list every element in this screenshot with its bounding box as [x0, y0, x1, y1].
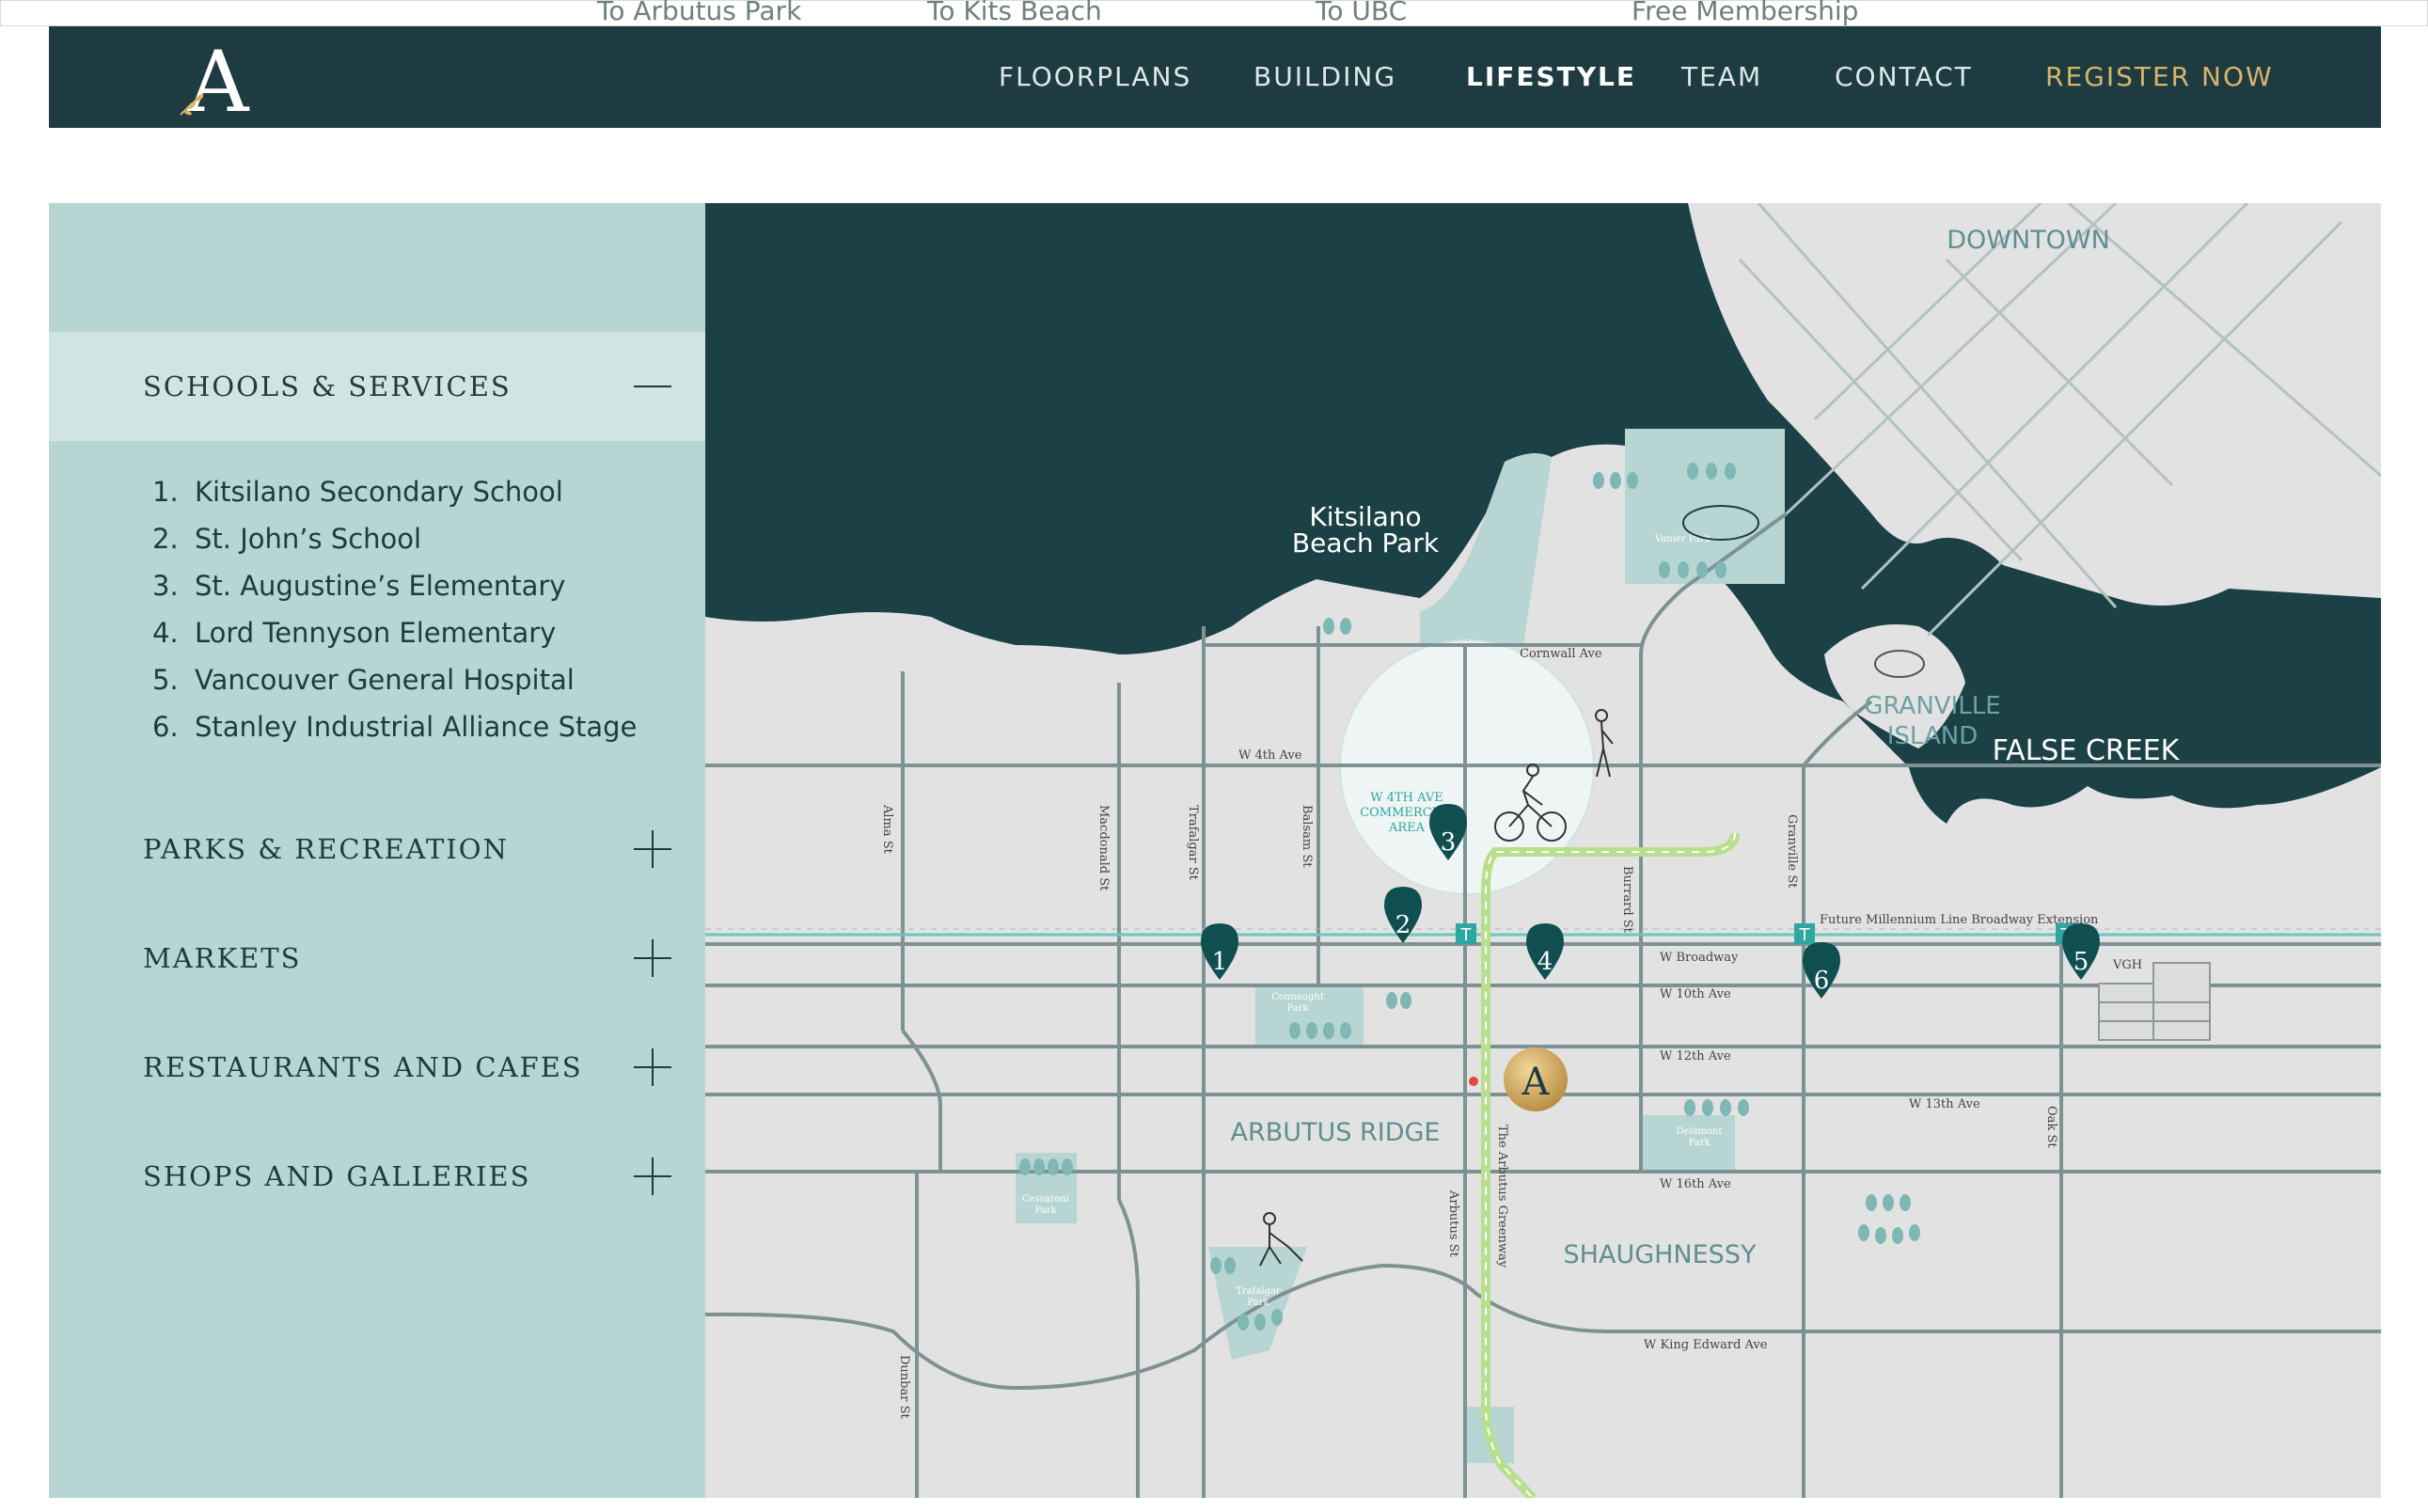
section-title: MARKETS: [143, 942, 302, 974]
svg-text:Delamont: Delamont: [1676, 1126, 1722, 1137]
svg-text:3: 3: [1441, 828, 1457, 857]
location-dot: [1469, 1077, 1478, 1086]
svg-text:W 12th Ave: W 12th Ave: [1660, 1049, 1731, 1063]
transit-stop-icon: T: [1456, 923, 1476, 945]
section-title: PARKS & RECREATION: [143, 833, 509, 865]
nav-team[interactable]: TEAM: [1681, 26, 1762, 128]
school-pin-1[interactable]: 1: [1201, 923, 1238, 980]
poi-item[interactable]: 6. Stanley Industrial Alliance Stage: [152, 703, 679, 750]
park-vanier: [1625, 429, 1785, 584]
category-sidebar: SCHOOLS & SERVICES 1. Kitsilano Secondary…: [49, 203, 705, 1498]
poi-item[interactable]: 5. Vancouver General Hospital: [152, 656, 679, 703]
label-granville-2: ISLAND: [1887, 722, 1979, 750]
poi-item[interactable]: 4. Lord Tennyson Elementary: [152, 609, 679, 656]
svg-text:1: 1: [1212, 948, 1228, 976]
school-pin-6[interactable]: 6: [1803, 942, 1840, 999]
svg-text:W Broadway: W Broadway: [1660, 951, 1739, 965]
poi-list: 1. Kitsilano Secondary School 2. St. John’…: [152, 468, 679, 750]
logo-letter: A: [187, 38, 250, 124]
section-title: SCHOOLS & SERVICES: [143, 370, 512, 402]
svg-text:Granville St: Granville St: [1785, 814, 1799, 889]
market-basket-icon: [1874, 650, 1925, 678]
svg-text:W 10th Ave: W 10th Ave: [1660, 987, 1731, 1001]
nav-contact[interactable]: CONTACT: [1835, 26, 1973, 128]
svg-text:Dunbar St: Dunbar St: [897, 1355, 911, 1419]
svg-text:Trafalgar: Trafalgar: [1236, 1286, 1281, 1297]
section-parks-recreation[interactable]: PARKS & RECREATION: [49, 795, 705, 904]
link-free-membership[interactable]: Free Membership: [1632, 0, 1858, 26]
building-location-marker[interactable]: A: [1504, 1047, 1568, 1111]
brand-logo[interactable]: A: [171, 38, 265, 124]
section-title: SHOPS AND GALLERIES: [143, 1160, 531, 1192]
svg-text:Burrard St: Burrard St: [1620, 866, 1634, 934]
svg-text:Trafalgar St: Trafalgar St: [1186, 805, 1200, 881]
svg-text:Macdonald St: Macdonald St: [1096, 805, 1111, 891]
label-commercial-1: W 4TH AVE: [1370, 791, 1443, 805]
link-kits-beach[interactable]: To Kits Beach: [927, 0, 1102, 26]
svg-text:Cessaroni: Cessaroni: [1022, 1194, 1069, 1205]
svg-text:Arbutus St: Arbutus St: [1446, 1189, 1460, 1258]
nav-lifestyle[interactable]: LIFESTYLE: [1466, 26, 1636, 128]
svg-text:Alma St: Alma St: [880, 804, 894, 855]
svg-text:A: A: [1521, 1061, 1551, 1104]
label-commercial-3: AREA: [1388, 821, 1426, 835]
nav-floorplans[interactable]: FLOORPLANS: [999, 26, 1191, 128]
top-link-bar: To Arbutus Park To Kits Beach To UBC Fre…: [0, 0, 2428, 26]
svg-text:6: 6: [1814, 967, 1830, 995]
poi-item[interactable]: 3. St. Augustine’s Elementary: [152, 562, 679, 609]
label-downtown: DOWNTOWN: [1947, 226, 2110, 255]
expand-plus-icon[interactable]: [634, 939, 671, 977]
svg-text:W 16th Ave: W 16th Ave: [1660, 1177, 1731, 1191]
label-granville-1: GRANVILLE: [1864, 692, 2000, 720]
svg-text:Park: Park: [1034, 1205, 1057, 1216]
svg-text:4: 4: [1537, 948, 1553, 976]
expand-plus-icon[interactable]: [634, 1158, 671, 1195]
nav-register-now[interactable]: REGISTER NOW: [2045, 26, 2274, 128]
svg-text:5: 5: [2073, 948, 2089, 976]
label-false-creek: FALSE CREEK: [1993, 734, 2181, 767]
hospital-icon: [2098, 962, 2211, 1041]
neighbourhood-map[interactable]: T T T DOWNTOWN GRANVILLE ISLAND FALSE CR…: [705, 203, 2381, 1498]
svg-text:Park: Park: [1247, 1298, 1269, 1308]
section-markets[interactable]: MARKETS: [49, 904, 705, 1013]
nav-building[interactable]: BUILDING: [1253, 26, 1396, 128]
svg-text:W 13th Ave: W 13th Ave: [1909, 1097, 1980, 1111]
section-schools-services[interactable]: SCHOOLS & SERVICES: [49, 332, 705, 441]
collapse-minus-icon[interactable]: [634, 368, 671, 405]
school-pin-5[interactable]: 5: [2062, 923, 2100, 980]
label-shaughnessy: SHAUGHNESSY: [1564, 1240, 1757, 1269]
section-shops-galleries[interactable]: SHOPS AND GALLERIES: [49, 1122, 705, 1231]
svg-text:Oak St: Oak St: [2044, 1106, 2058, 1148]
section-restaurants-cafes[interactable]: RESTAURANTS AND CAFES: [49, 1013, 705, 1122]
svg-text:W 4th Ave: W 4th Ave: [1238, 748, 1302, 763]
poi-item[interactable]: 1. Kitsilano Secondary School: [152, 468, 679, 515]
label-arbutus-ridge: ARBUTUS RIDGE: [1231, 1118, 1441, 1147]
svg-text:Balsam St: Balsam St: [1300, 805, 1314, 868]
link-arbutus-park[interactable]: To Arbutus Park: [597, 0, 801, 26]
link-ubc[interactable]: To UBC: [1316, 0, 1407, 26]
expand-plus-icon[interactable]: [634, 830, 671, 868]
expand-plus-icon[interactable]: [634, 1048, 671, 1086]
school-pin-4[interactable]: 4: [1526, 923, 1564, 980]
site-header: A FLOORPLANS BUILDING LIFESTYLE TEAM CON…: [49, 26, 2381, 128]
poi-item[interactable]: 2. St. John’s School: [152, 515, 679, 562]
transit-label: Future Millennium Line Broadway Extensio…: [1820, 913, 2099, 927]
svg-text:Vanier Park: Vanier Park: [1654, 534, 1711, 544]
svg-text:Cornwall Ave: Cornwall Ave: [1520, 647, 1602, 661]
label-kits-beach-2: Beach Park: [1292, 528, 1440, 559]
svg-text:T: T: [1460, 925, 1473, 945]
transit-stop-icon: T: [1794, 923, 1815, 945]
svg-text:W King Edward Ave: W King Edward Ave: [1644, 1338, 1768, 1352]
svg-text:Park: Park: [1286, 1003, 1309, 1014]
svg-text:Connaught: Connaught: [1271, 992, 1324, 1002]
svg-text:Park: Park: [1688, 1138, 1711, 1148]
svg-text:T: T: [1799, 925, 1811, 945]
section-title: RESTAURANTS AND CAFES: [143, 1051, 583, 1083]
vgh-label: VGH: [2112, 958, 2142, 972]
svg-text:2: 2: [1395, 911, 1411, 939]
svg-text:The Arbutus Greenway: The Arbutus Greenway: [1495, 1125, 1509, 1268]
